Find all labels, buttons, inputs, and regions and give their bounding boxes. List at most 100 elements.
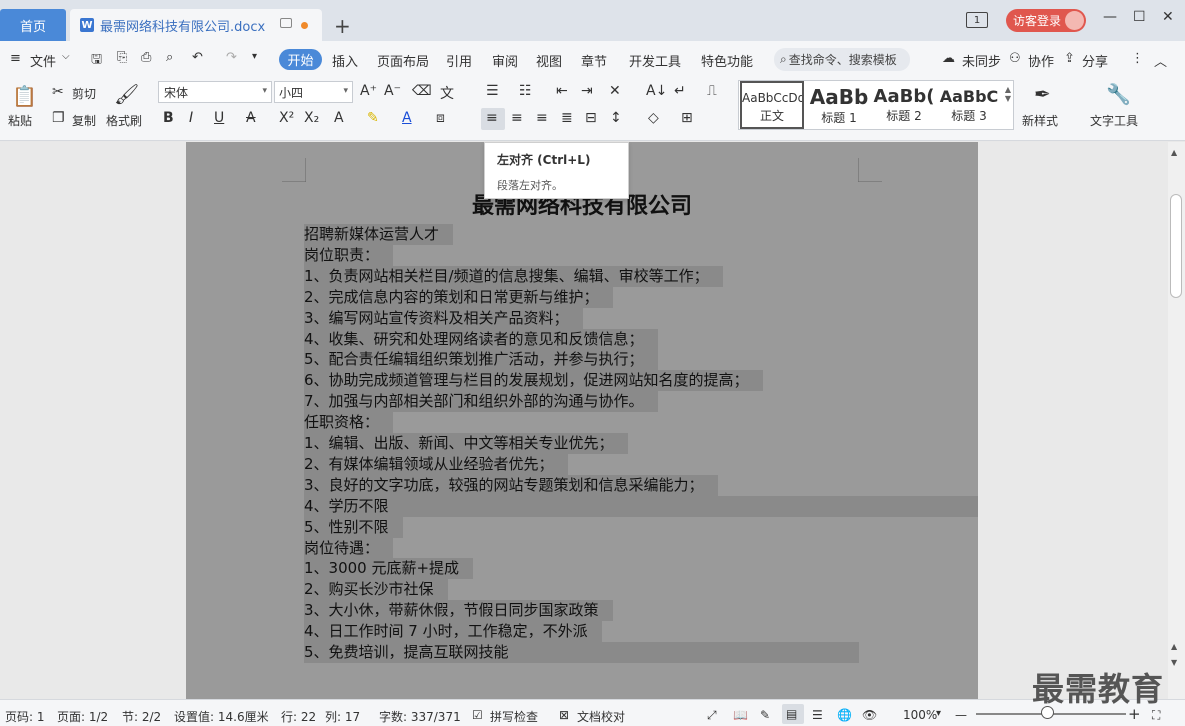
document-line[interactable]: 招聘新媒体运营人才: [304, 224, 454, 245]
increase-indent-icon[interactable]: ⇥: [581, 83, 593, 99]
undo-icon[interactable]: ↶: [192, 50, 203, 65]
status-section[interactable]: 节: 2/2: [122, 708, 161, 725]
document-line[interactable]: 2、购买长沙市社保: [304, 579, 448, 601]
text-tools-button[interactable]: 文字工具: [1090, 112, 1138, 129]
document-line[interactable]: 岗位待遇：: [304, 537, 394, 559]
collapse-ribbon-icon[interactable]: ︿: [1154, 51, 1167, 70]
justify-icon[interactable]: ≣: [561, 110, 573, 126]
new-style-icon[interactable]: ✒: [1034, 82, 1051, 106]
shading-icon[interactable]: ◇: [648, 110, 659, 126]
highlight-icon[interactable]: ✎: [367, 110, 379, 126]
status-column[interactable]: 列: 17: [325, 708, 360, 725]
text-effect-icon[interactable]: A: [334, 110, 344, 126]
document-line[interactable]: 1、编辑、出版、新闻、中文等相关专业优先；: [304, 433, 628, 454]
font-size-select[interactable]: 小四 ▾: [274, 81, 353, 103]
document-line[interactable]: 4、学历不限: [304, 495, 978, 517]
save-icon[interactable]: 🖫: [91, 50, 102, 72]
document-line[interactable]: 5、配合责任编辑组织策划推广活动，并参与执行；: [304, 349, 658, 371]
spell-check-icon[interactable]: ☑: [472, 708, 483, 722]
document-line[interactable]: 3、大小休，带薪休假，节假日同步国家政策: [304, 600, 613, 622]
document-line[interactable]: 2、完成信息内容的策划和日常更新与维护；: [304, 286, 613, 308]
minimize-button[interactable]: —: [1103, 9, 1117, 25]
menu-review[interactable]: 审阅: [492, 51, 518, 70]
scissors-icon[interactable]: ✂: [52, 84, 64, 100]
document-line[interactable]: 4、日工作时间 7 小时，工作稳定，不外派: [304, 621, 602, 643]
scroll-down-page-icon[interactable]: ▼: [1171, 658, 1177, 667]
document-line[interactable]: 2、有媒体编辑领域从业经验者优先；: [304, 453, 568, 475]
font-color-icon[interactable]: A: [402, 110, 412, 126]
cloud-sync-icon[interactable]: ☁: [942, 51, 955, 66]
document-line[interactable]: 5、性别不限: [304, 516, 403, 538]
document-page[interactable]: 最需网络科技有限公司 招聘新媒体运营人才 岗位职责： 1、负责网站相关栏目/频道的信…: [186, 142, 978, 699]
style-normal[interactable]: AaBbCcDd 正文: [740, 81, 804, 129]
menu-start[interactable]: 开始: [279, 49, 322, 70]
subscript-icon[interactable]: X₂: [304, 110, 319, 126]
eye-protect-icon[interactable]: 👁: [862, 708, 877, 722]
web-view-icon[interactable]: 🌐: [837, 708, 852, 722]
increase-font-icon[interactable]: A⁺: [360, 83, 377, 99]
document-line[interactable]: 4、收集、研究和处理网络读者的意见和反馈信息；: [304, 328, 658, 350]
strikethrough-icon[interactable]: A: [246, 110, 256, 126]
italic-icon[interactable]: I: [189, 110, 193, 126]
border-icon[interactable]: ⊞: [681, 110, 693, 126]
zoom-out-button[interactable]: —: [955, 708, 967, 722]
document-line[interactable]: 7、加强与内部相关部门和组织外部的沟通与协作。: [304, 391, 658, 413]
scroll-up-page-icon[interactable]: ▲: [1171, 642, 1177, 651]
sort-icon[interactable]: A↓: [646, 83, 667, 99]
format-painter-button[interactable]: 格式刷: [106, 112, 142, 129]
status-word-count[interactable]: 字数: 337/371: [379, 708, 461, 725]
chinese-layout-icon[interactable]: ✕: [609, 83, 621, 99]
print-icon[interactable]: ⎙: [141, 50, 151, 65]
sync-status[interactable]: 未同步: [962, 51, 1001, 70]
underline-icon[interactable]: U: [214, 110, 224, 126]
doc-proof-icon[interactable]: ⊠: [559, 708, 569, 722]
style-heading-2[interactable]: AaBb( 标题 2: [872, 81, 936, 129]
tab-document[interactable]: W 最需网络科技有限公司.docx: [70, 9, 322, 41]
clear-format-icon[interactable]: ⌫: [412, 83, 432, 99]
char-border-icon[interactable]: ⧈: [436, 110, 445, 126]
text-tools-icon[interactable]: 🔧: [1106, 82, 1131, 106]
document-line[interactable]: 1、负责网站相关栏目/频道的信息搜集、编辑、审校等工作；: [304, 265, 723, 287]
share-icon[interactable]: ⇪: [1064, 51, 1075, 66]
document-line[interactable]: 3、良好的文字功底，较强的网站专题策划和信息采编能力；: [304, 474, 718, 496]
export-icon[interactable]: ⎘: [117, 50, 127, 65]
collab-icon[interactable]: ⚇: [1009, 51, 1021, 66]
new-tab-button[interactable]: +: [334, 14, 351, 38]
menu-view[interactable]: 视图: [536, 51, 562, 70]
fit-page-icon[interactable]: ⛶: [1152, 708, 1160, 723]
redo-icon[interactable]: ↷: [226, 50, 237, 65]
menu-page-layout[interactable]: 页面布局: [377, 51, 429, 70]
decrease-font-icon[interactable]: A⁻: [384, 83, 401, 99]
close-button[interactable]: ✕: [1162, 9, 1174, 25]
menu-chapter[interactable]: 章节: [581, 51, 607, 70]
spell-check-button[interactable]: 拼写检查: [490, 708, 538, 725]
line-spacing-icon[interactable]: ↕: [610, 110, 622, 126]
font-name-select[interactable]: 宋体 ▾: [158, 81, 272, 103]
document-line[interactable]: 5、免费培训，提高互联网技能: [304, 642, 859, 663]
scrollbar-thumb[interactable]: [1170, 194, 1182, 298]
distributed-icon[interactable]: ⊟: [585, 110, 597, 126]
maximize-button[interactable]: ☐: [1133, 9, 1146, 25]
paste-icon[interactable]: 📋: [12, 84, 37, 108]
zoom-level[interactable]: 100%: [903, 708, 937, 722]
align-right-icon[interactable]: ≡: [536, 110, 548, 126]
guest-login-button[interactable]: 访客登录: [1006, 9, 1086, 32]
format-painter-icon[interactable]: 🖌: [114, 82, 139, 106]
numbered-list-icon[interactable]: ☷: [519, 83, 532, 99]
pinyin-icon[interactable]: 文: [440, 83, 454, 103]
document-line[interactable]: 1、3000 元底薪+提成: [304, 558, 474, 580]
decrease-indent-icon[interactable]: ⇤: [556, 83, 568, 99]
print-preview-icon[interactable]: ⌕: [166, 50, 173, 65]
bullet-list-icon[interactable]: ☰: [486, 83, 499, 99]
quick-access-dropdown-icon[interactable]: ▾: [252, 51, 257, 62]
cut-button[interactable]: 剪切: [72, 85, 96, 102]
show-marks-icon[interactable]: ↵: [674, 83, 686, 99]
style-heading-1[interactable]: AaBb 标题 1: [807, 81, 871, 129]
status-setting[interactable]: 设置值: 14.6厘米: [174, 708, 269, 725]
tab-home[interactable]: 首页: [0, 9, 66, 41]
document-line[interactable]: 岗位职责：: [304, 244, 394, 266]
bold-icon[interactable]: B: [163, 110, 174, 126]
status-page-number[interactable]: 页码: 1: [5, 708, 45, 725]
reading-view-icon[interactable]: 📖: [733, 708, 748, 722]
share-button[interactable]: 分享: [1082, 51, 1108, 70]
